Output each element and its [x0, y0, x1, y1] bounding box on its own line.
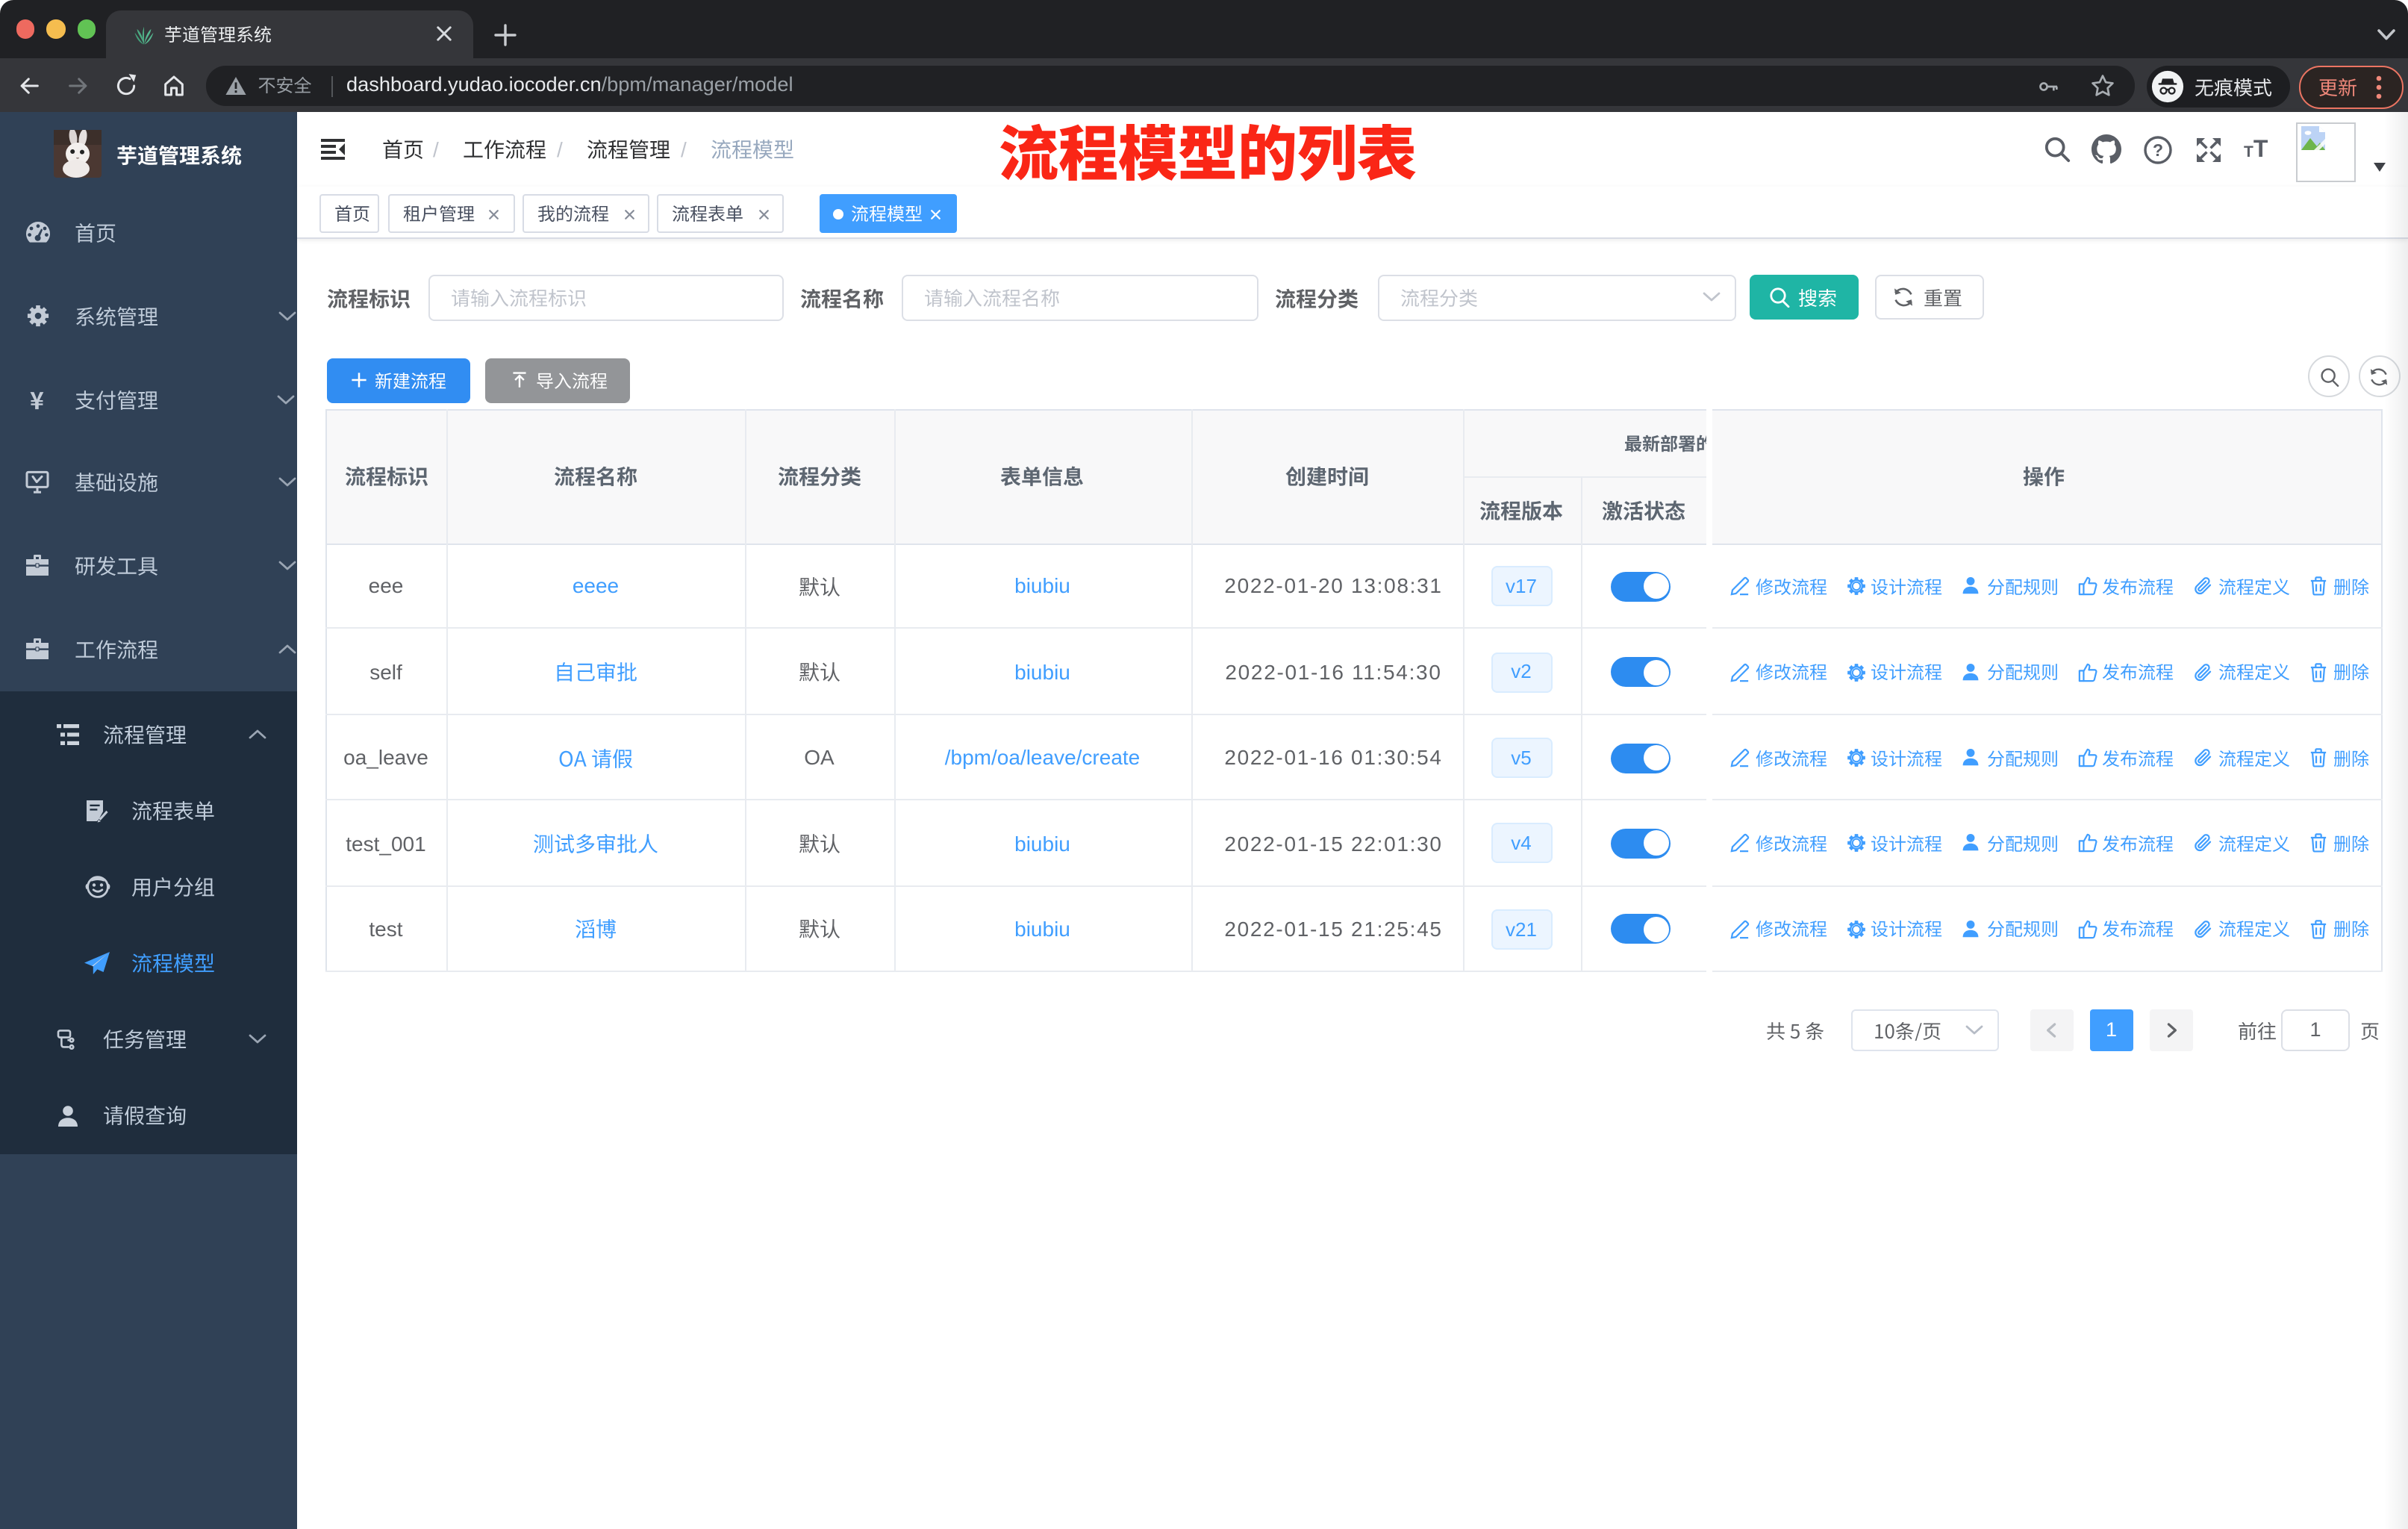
svg-text:?: ?: [2152, 140, 2162, 159]
